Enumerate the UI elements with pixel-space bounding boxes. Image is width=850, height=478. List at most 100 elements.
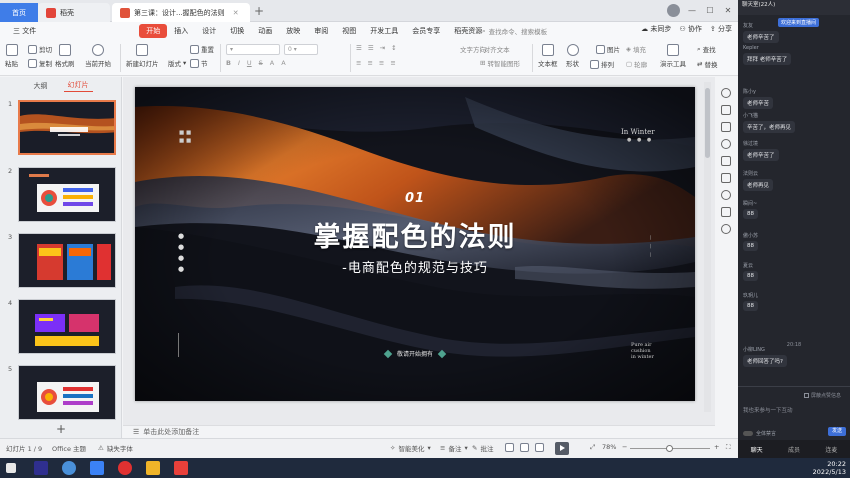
copy-style-icon[interactable] [721, 156, 731, 166]
app-icon[interactable] [90, 461, 104, 475]
indent-icon[interactable]: ⇥ [380, 44, 385, 52]
bullets-icon[interactable]: ☰ [356, 44, 362, 52]
current-slide[interactable]: ■ ■ ■ ■ In Winter ● ● ● ● ● ● ● — — — 01 掌握配… [135, 87, 695, 401]
tab-members[interactable]: 成员 [788, 445, 800, 454]
tab-docer[interactable]: 稻壳 [38, 3, 110, 22]
folder-icon[interactable] [146, 461, 160, 475]
replace-button[interactable]: ⇄ 替换 [697, 59, 717, 69]
slideshow-play-button[interactable] [555, 442, 569, 455]
menu-view[interactable]: 视图 [335, 24, 363, 38]
zoom-slider-knob[interactable] [666, 445, 673, 452]
menu-design[interactable]: 设计 [195, 24, 223, 38]
fit-window-icon[interactable]: ⤢ [590, 443, 595, 452]
slide-thumbnail-3[interactable]: 3 [4, 233, 116, 291]
presenter-tools-button[interactable]: 演示工具 [660, 44, 686, 68]
align-center-icon[interactable]: ≡ [367, 59, 372, 67]
layout-icon[interactable] [721, 173, 731, 183]
shape-button[interactable]: 形状 [566, 44, 579, 68]
animation-icon[interactable] [721, 122, 731, 132]
tab-document[interactable]: 第三课：设计...握配色的法则 ✕ [112, 3, 250, 22]
location-icon[interactable] [721, 224, 731, 234]
slide-editing-canvas[interactable]: ■ ■ ■ ■ In Winter ● ● ● ● ● ● ● — — — 01 掌握配… [123, 77, 715, 425]
missing-font-button[interactable]: ⚠ 缺失字体 [98, 443, 133, 453]
reading-view-icon[interactable] [535, 443, 544, 452]
format-painter-button[interactable]: 格式刷 [55, 44, 75, 68]
layout-button[interactable]: 版式 ▾ [168, 58, 186, 68]
menu-slideshow[interactable]: 放映 [279, 24, 307, 38]
slide-thumbnail-1[interactable]: 1 [4, 100, 116, 158]
justify-icon[interactable]: ≡ [390, 59, 395, 67]
maximize-icon[interactable]: ☐ [704, 5, 716, 17]
font-size-select[interactable]: 0 ▾ [284, 44, 318, 55]
play-current-button[interactable]: 当前开始 [85, 44, 111, 68]
menu-transition[interactable]: 切换 [223, 24, 251, 38]
slide-thumbnail-5[interactable]: 5 [4, 365, 116, 423]
share-button[interactable]: ⇪ 分享 [710, 24, 732, 34]
strikethrough-icon[interactable]: S [259, 59, 263, 67]
help-icon[interactable] [721, 190, 731, 200]
tab-mic[interactable]: 连麦 [825, 445, 837, 454]
new-tab-button[interactable]: + [252, 4, 266, 18]
find-button[interactable]: ⌕ 查找 [697, 44, 716, 55]
close-window-icon[interactable]: ✕ [722, 5, 734, 17]
cut-button[interactable]: 剪切 [28, 44, 52, 54]
add-slide-button[interactable]: + [56, 422, 66, 436]
slide-sorter-icon[interactable] [520, 443, 529, 452]
minimize-icon[interactable]: — [686, 5, 698, 17]
fill-button[interactable]: ◈ 填充 [626, 44, 646, 54]
zoom-out-icon[interactable]: − [622, 443, 627, 451]
notes-area[interactable]: ☰ 单击此处添加备注 [123, 425, 715, 438]
properties-icon[interactable] [721, 105, 731, 115]
windows-start-icon[interactable] [6, 463, 16, 473]
underline-icon[interactable]: U [247, 59, 252, 67]
wps-presentation-icon[interactable] [174, 461, 188, 475]
canvas-scrollbar[interactable] [704, 82, 711, 412]
font-family-select[interactable]: ▾ [226, 44, 280, 55]
tab-chat[interactable]: 聊天 [751, 445, 763, 454]
photoshop-icon[interactable] [34, 461, 48, 475]
close-icon[interactable]: ✕ [233, 9, 239, 17]
numbering-icon[interactable]: ☰ [368, 44, 374, 52]
menu-file[interactable]: 三 文件 [6, 24, 43, 38]
command-search[interactable]: ⌕ 查找命令、搜索模板 [482, 25, 564, 37]
fullscreen-icon[interactable]: ⛶ [726, 443, 731, 452]
textbox-button[interactable]: 文本框 [538, 44, 558, 68]
paste-button[interactable]: 粘贴 [5, 44, 18, 68]
copy-button[interactable]: 复制 [28, 58, 52, 68]
arrange-button[interactable]: 排列 [590, 59, 614, 69]
bold-icon[interactable]: B [226, 59, 231, 67]
align-text-button[interactable]: ⫶ 对齐文本 [480, 44, 510, 55]
collab-button[interactable]: ⚇ 协作 [679, 24, 702, 34]
slide-thumbnail-2[interactable]: 2 [4, 167, 116, 225]
menu-home[interactable]: 开始 [139, 24, 168, 38]
align-right-icon[interactable]: ≡ [379, 59, 384, 67]
font-color-icon[interactable]: A [270, 59, 274, 67]
line-spacing-icon[interactable]: ↕ [391, 44, 396, 52]
smartart-button[interactable]: ⊞ 转智能图形 [480, 58, 520, 68]
backup-icon[interactable] [721, 207, 731, 217]
send-button[interactable]: 发送 [828, 427, 846, 436]
zoom-in-icon[interactable]: + [714, 443, 719, 451]
menu-insert[interactable]: 插入 [167, 24, 195, 38]
checkbox[interactable] [804, 393, 809, 398]
style-icon[interactable] [721, 88, 731, 98]
menu-developer[interactable]: 开发工具 [363, 24, 405, 38]
sync-status[interactable]: ☁ 未同步 [641, 24, 671, 34]
zoom-slider[interactable] [630, 445, 710, 452]
tab-outline[interactable]: 大纲 [30, 80, 52, 92]
italic-icon[interactable]: I [238, 59, 240, 67]
chat-input[interactable]: 我也来参与一下互动 [743, 406, 793, 414]
tab-home[interactable]: 首页 [0, 3, 38, 22]
color-icon[interactable] [721, 139, 731, 149]
smart-beautify-button[interactable]: ✧ 智能美化 ▾ [390, 443, 431, 453]
new-slide-button[interactable]: 新建幻灯片 [126, 44, 159, 68]
slide-thumbnail-4[interactable]: 4 [4, 299, 116, 357]
highlight-icon[interactable]: A [281, 59, 285, 67]
mute-all-toggle[interactable]: 全体禁言 [743, 430, 776, 437]
section-button[interactable]: 节 [190, 58, 208, 68]
menu-member[interactable]: 会员专享 [405, 24, 447, 38]
user-avatar[interactable] [667, 4, 680, 17]
zoom-level[interactable]: 78% [602, 443, 616, 451]
wps-icon[interactable] [118, 461, 132, 475]
align-left-icon[interactable]: ≡ [356, 59, 361, 67]
